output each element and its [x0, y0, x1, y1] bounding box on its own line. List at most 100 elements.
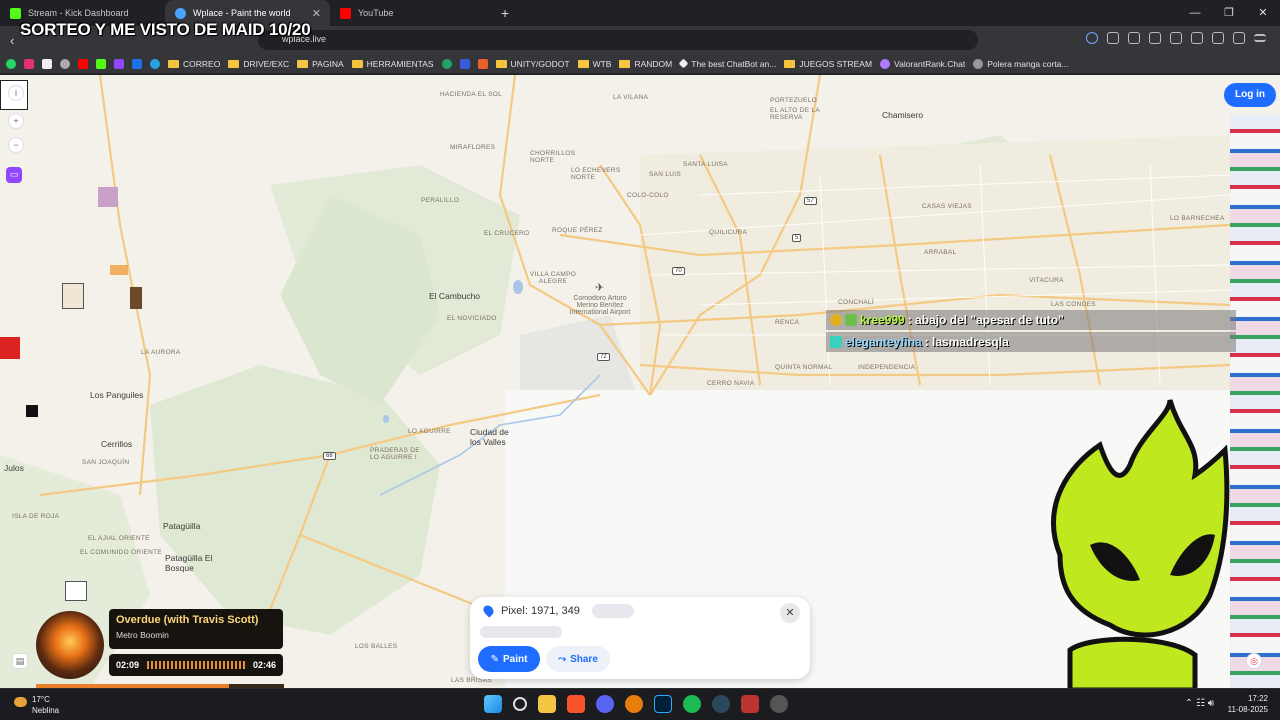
map-label: LO BARNECHEA — [1170, 215, 1225, 222]
tab-label: YouTube — [358, 8, 394, 18]
zoom-in-icon[interactable]: + — [8, 113, 24, 129]
bookmark-valorant[interactable]: ValorantRank.Chat — [880, 58, 965, 69]
close-panel-button[interactable]: ✕ — [780, 603, 800, 623]
apple-icon[interactable] — [60, 58, 70, 69]
bookmark-herramientas[interactable]: HERRAMIENTAS — [351, 59, 434, 69]
shield-icon[interactable] — [1233, 32, 1245, 44]
login-button[interactable]: Log in — [1224, 83, 1276, 107]
youtube-icon — [340, 7, 351, 19]
brave-icon[interactable] — [567, 695, 585, 713]
chat-text: : abajo del "apesar de tuto" — [907, 313, 1064, 327]
bookmark-chatbot[interactable]: The best ChatBot an... — [678, 59, 776, 69]
weather-widget[interactable]: 17°C Neblina — [14, 694, 59, 716]
x-icon[interactable] — [42, 58, 52, 69]
map-label: HACIENDA EL SOL — [440, 91, 503, 98]
bookmark-juegos[interactable]: JUEGOS STREAM — [784, 59, 872, 69]
folder-icon — [168, 59, 179, 68]
tab-youtube[interactable]: YouTube — [330, 0, 495, 26]
sidebar-icon[interactable] — [1170, 32, 1182, 44]
map-label: LO AGUIRRE — [408, 428, 451, 435]
track-artist: Metro Boomin — [116, 630, 169, 640]
now-playing-widget: Overdue (with Travis Scott) Metro Boomin… — [36, 609, 284, 689]
blender-icon[interactable] — [625, 695, 643, 713]
bookmark-pagina[interactable]: PAGINA — [297, 59, 344, 69]
steam-icon[interactable] — [712, 695, 730, 713]
share-button[interactable]: ⤳ Share — [546, 646, 610, 672]
instagram-icon[interactable] — [24, 58, 34, 69]
map-label: Patagüilla — [163, 521, 201, 531]
bookmark-wtb[interactable]: WTB — [577, 59, 611, 69]
spotify-icon[interactable] — [683, 695, 701, 713]
map-label: LA AURORA — [141, 349, 181, 356]
tab-label: Stream - Kick Dashboard — [28, 8, 129, 18]
wplace-icon — [175, 7, 186, 19]
window-controls: — ❐ ✕ — [1178, 0, 1280, 26]
twitch-icon[interactable]: ▭ — [6, 167, 22, 183]
bookmark-unity[interactable]: UNITY/GODOT — [495, 59, 570, 69]
menu-icon[interactable] — [1254, 34, 1266, 42]
info-icon[interactable]: i — [8, 85, 24, 101]
extension-icon[interactable] — [1149, 32, 1161, 44]
puzzle-icon[interactable] — [1128, 32, 1140, 44]
bookmark-polera[interactable]: Polera manga corta... — [973, 58, 1069, 69]
file-explorer-icon[interactable] — [538, 695, 556, 713]
bookmark-correo[interactable]: CORREO — [168, 59, 220, 69]
route-shield: 5 — [792, 234, 802, 242]
locate-icon[interactable]: ◎ — [1246, 653, 1262, 669]
close-tab-icon[interactable]: ✕ — [312, 7, 321, 20]
pixel-artwork — [130, 287, 142, 309]
extension-icon[interactable] — [1107, 32, 1119, 44]
telegram-icon[interactable] — [150, 58, 160, 69]
whatsapp-icon[interactable] — [6, 58, 16, 69]
system-clock[interactable]: 17:22 11-08-2025 — [1228, 693, 1268, 715]
app-icon[interactable] — [770, 695, 788, 713]
bookmark-icon[interactable] — [477, 58, 488, 69]
bookmark-icon[interactable] — [441, 58, 452, 69]
search-icon[interactable] — [513, 697, 527, 711]
share-icon: ⤳ — [558, 653, 567, 665]
wallet-icon[interactable] — [1191, 32, 1203, 44]
chat-username: eleganteyfina — [845, 335, 922, 349]
discord-icon[interactable] — [596, 695, 614, 713]
taskbar-apps — [484, 695, 788, 713]
windows-start-icon[interactable] — [484, 695, 502, 713]
kick-icon[interactable] — [96, 58, 106, 69]
chat-text: : lasmadresqla — [924, 335, 1009, 349]
chat-message: kree999 : abajo del "apesar de tuto" — [826, 310, 1236, 330]
app-icon[interactable] — [741, 695, 759, 713]
restore-icon[interactable]: ❐ — [1212, 0, 1246, 26]
map-label: QUILICURA — [709, 229, 748, 236]
map-label: INDEPENDENCIA — [858, 364, 916, 371]
twitch-icon[interactable] — [114, 58, 124, 69]
paypal-icon[interactable] — [132, 58, 142, 69]
system-tray-icons[interactable]: ⌃ ☷ 🔊︎ — [1185, 698, 1214, 709]
map-label: RENCA — [775, 319, 800, 326]
folder-icon — [351, 59, 363, 68]
extension-icon[interactable] — [1086, 32, 1098, 44]
photoshop-icon[interactable] — [654, 695, 672, 713]
back-icon[interactable]: ‹ — [10, 33, 14, 48]
youtube-icon[interactable] — [78, 58, 88, 69]
globe-icon — [973, 58, 984, 69]
zoom-out-icon[interactable]: − — [8, 137, 24, 153]
bookmark-random[interactable]: RANDOM — [619, 59, 672, 69]
layers-icon[interactable]: ▤ — [12, 653, 28, 669]
track-timer: 02:09 02:46 — [109, 654, 283, 676]
bookmark-icon[interactable] — [459, 58, 470, 69]
map-label: PERALILLO — [421, 197, 460, 204]
paint-button[interactable]: ✎ Paint — [478, 646, 540, 672]
pixel-artwork — [62, 283, 84, 309]
extension-icons — [1086, 32, 1266, 44]
lake — [513, 280, 523, 294]
minimize-icon[interactable]: — — [1178, 0, 1212, 26]
tab-label: Wplace - Paint the world — [193, 8, 291, 18]
airport-label: Comodoro Arturo Merino Benítez Internati… — [569, 295, 631, 316]
close-window-icon[interactable]: ✕ — [1246, 0, 1280, 26]
pixel-artwork — [0, 337, 20, 359]
map-label: El Cambucho — [429, 291, 481, 301]
new-tab-button[interactable]: + — [501, 5, 509, 21]
ai-icon[interactable] — [1212, 32, 1224, 44]
address-bar[interactable] — [258, 30, 978, 50]
bookmark-drive[interactable]: DRIVE/EXC — [228, 59, 289, 69]
streamer-mascot — [1051, 399, 1230, 690]
